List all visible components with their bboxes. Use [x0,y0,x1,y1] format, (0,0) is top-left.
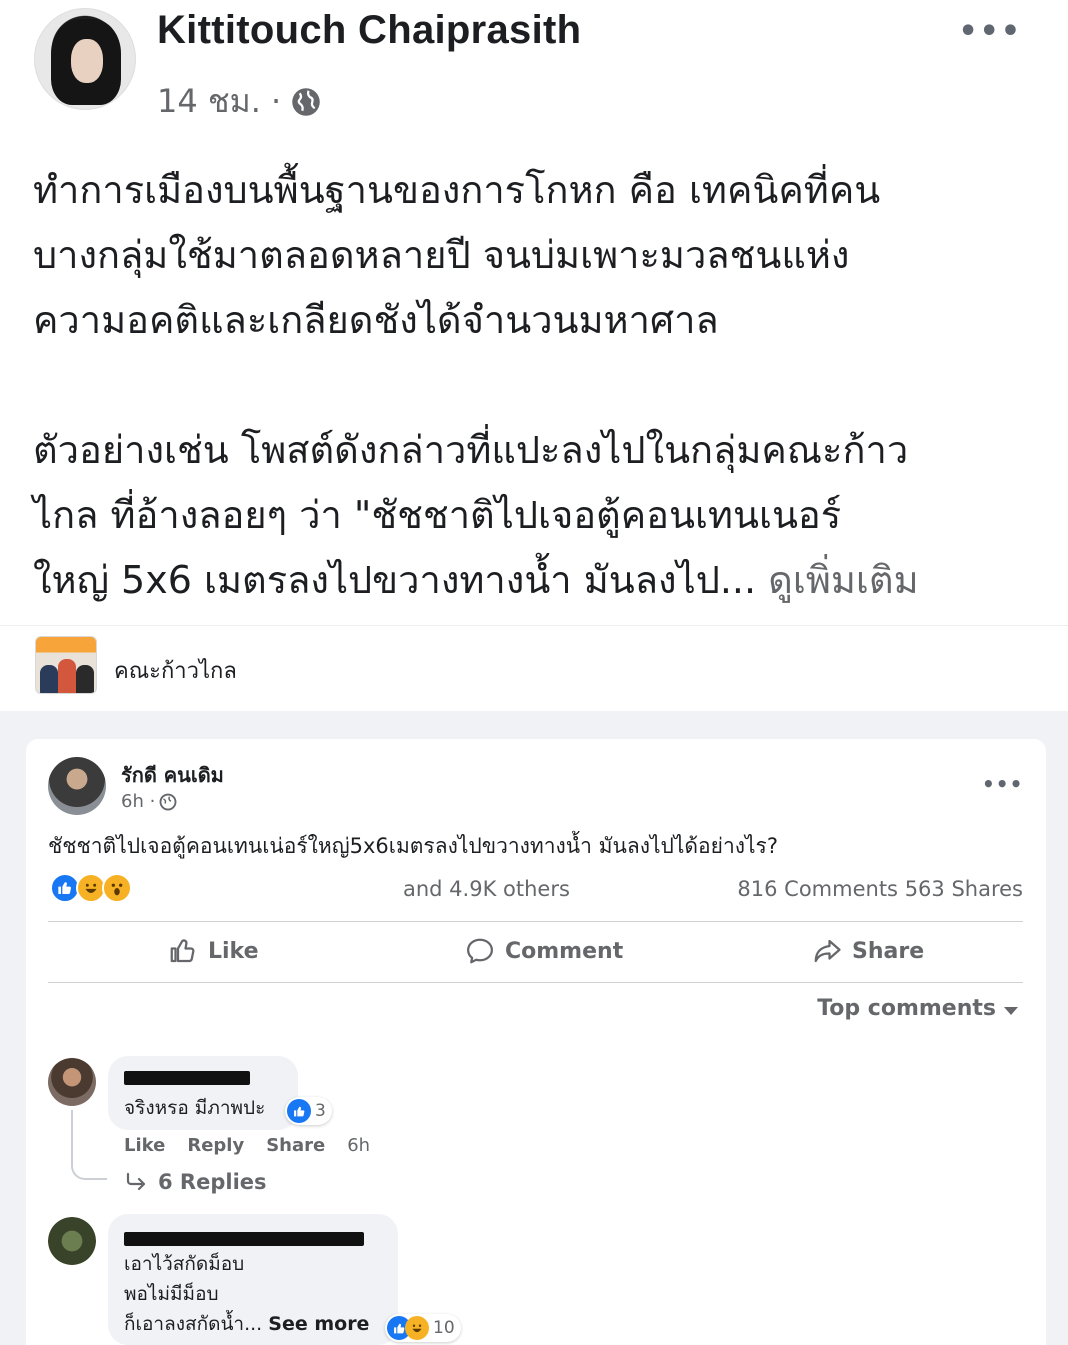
post-header: Kittitouch Chaiprasith 14 ชม. · ••• [0,0,1068,130]
share-button: Share [812,936,924,966]
comment-actions: Like Reply Share 6h [124,1135,370,1156]
redacted-name [124,1071,250,1085]
comment-button: Comment [465,936,623,966]
comment-reaction-count: 10 [433,1318,455,1338]
reaction-icons [50,873,140,905]
post-text-line-last: ใหญ่ 5x6 เมตรลงไปขวางทางน้ำ มันลงไป... ด… [33,548,1043,613]
share-label: Share [852,938,925,964]
globe-icon [159,793,177,810]
wow-reaction-icon [102,873,132,903]
post-body: ทำการเมืองบนพื้นฐานของการโกหก คือ เทคนิค… [33,158,1043,613]
reactions-summary: and 4.9K others [403,877,570,901]
post-text-line: ไกล ที่อ้างลอยๆ ว่า "ชัชชาติไปเจอตู้คอนเ… [33,493,842,537]
post-meta: 14 ชม. · [157,76,321,127]
post-text-line: ทำการเมืองบนพื้นฐานของการโกหก คือ เทคนิค… [33,168,881,212]
comment-time: 6h [347,1135,371,1156]
shares-count: 563 Shares [904,877,1023,901]
engagement-counts: 816 Comments 563 Shares [737,877,1023,901]
comment-text: เอาไว้สกัดม็อบ พอไม่มีม็อบ ก็เอาลงสกัดน้… [124,1249,369,1339]
comment-line: เอาไว้สกัดม็อบ [124,1253,245,1275]
shared-post-meta: 6h · [121,791,177,812]
redacted-name [124,1232,364,1246]
comment-reply-link: Reply [187,1135,245,1156]
shared-author-avatar [48,757,106,815]
replies-count: 6 Replies [158,1170,267,1194]
group-name[interactable]: คณะก้าวไกล [114,653,237,688]
group-attachment[interactable]: คณะก้าวไกล [0,625,1068,711]
author-avatar[interactable] [34,8,136,110]
comment-reaction-count: 3 [315,1101,326,1121]
post-time[interactable]: 14 ชม. · [157,76,281,127]
comment-line-last: ก็เอาลงสกัดน้ำ... See more [124,1309,369,1339]
globe-icon [292,87,320,116]
commenter-avatar [48,1217,96,1265]
haha-reaction-icon [405,1316,429,1340]
comment-like-link: Like [124,1135,166,1156]
comment-line: พอไม่มีม็อบ [124,1283,219,1305]
comment-text: จริงหรอ มีภาพปะ [124,1097,266,1119]
shared-more-options-icon: ••• [982,772,1024,796]
see-more-link[interactable]: ดูเพิ่มเติม [768,558,918,602]
reply-thread-line [71,1110,107,1180]
comment-icon [467,938,493,964]
comment-see-more: See more [268,1313,370,1335]
comment-reactions: 10 [385,1314,461,1342]
comment-line: ก็เอาลงสกัดน้ำ... [124,1313,263,1335]
comments-count: 816 Comments [737,877,898,901]
shared-post-text: ชัชชาติไปเจอตู้คอนเทนเน่อร์ใหญ่5x6เมตรลง… [48,834,778,858]
divider [48,982,1023,983]
divider [48,921,1023,922]
like-reaction-icon [287,1099,311,1123]
comment-reactions: 3 [285,1097,332,1125]
shared-post-time: 6h · [121,791,156,812]
group-thumbnail [35,636,97,694]
shared-author-name: รักดี คนเดิม [121,763,224,787]
like-label: Like [208,938,259,964]
view-replies: 6 Replies [124,1170,267,1194]
like-button: Like [168,936,259,966]
comment-share-link: Share [266,1135,326,1156]
reply-arrow-icon [126,1172,146,1191]
author-name[interactable]: Kittitouch Chaiprasith [157,8,581,53]
share-arrow-icon [814,939,841,963]
post-text-line: ความอคติและเกลียดชังได้จำนวนมหาศาล [33,298,719,342]
commenter-avatar [48,1058,96,1106]
caret-down-icon [1004,1006,1018,1015]
comment-label: Comment [505,938,624,964]
comment-sort-label: Top comments [817,996,996,1021]
more-options-icon[interactable]: ••• [958,14,1022,49]
post-text-line: ตัวอย่างเช่น โพสต์ดังกล่าวที่แปะลงไปในกล… [33,428,909,472]
thumbs-up-icon [170,939,195,963]
post-text-line: ใหญ่ 5x6 เมตรลงไปขวางทางน้ำ มันลงไป... [33,558,757,602]
comment-sort: Top comments [817,996,1018,1021]
post-text-line: บางกลุ่มใช้มาตลอดหลายปี จนบ่มเพาะมวลชนแห… [33,233,850,277]
